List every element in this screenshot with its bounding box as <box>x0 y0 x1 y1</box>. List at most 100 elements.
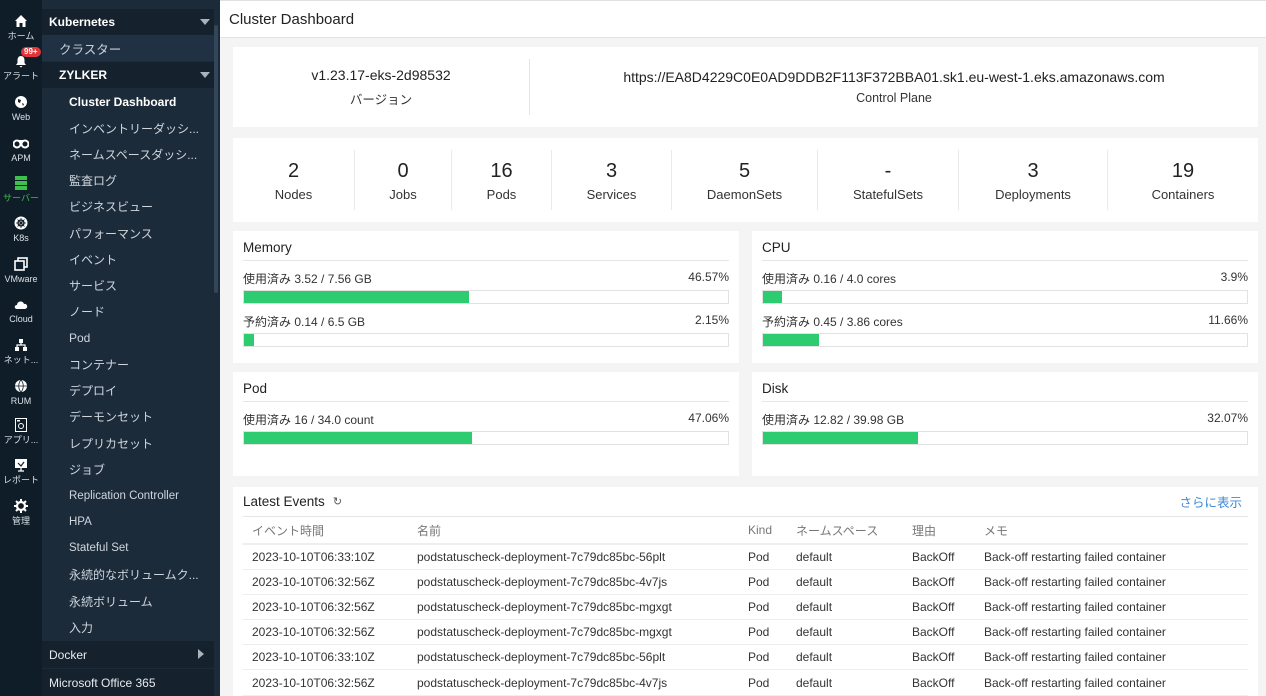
rail-item-k8s[interactable]: K8s <box>0 214 42 254</box>
rail-item-vmware[interactable]: VMware <box>0 255 42 295</box>
tree-item-services[interactable]: サービス <box>42 272 214 298</box>
rail-item-home[interactable]: ホーム <box>0 12 42 52</box>
disk-used-bar <box>762 431 1248 445</box>
app-window: ホーム 99+ アラート Web APM サーバー K8s VMware Clo… <box>0 0 1266 696</box>
tree-group-office365[interactable]: Microsoft Office 365 <box>42 669 214 696</box>
memory-used-metric: 使用済み 3.52 / 7.56 GB 46.57% <box>243 270 729 304</box>
tree-item-business-view[interactable]: ビジネスビュー <box>42 193 214 219</box>
rail-item-network[interactable]: ネット... <box>0 336 42 376</box>
refresh-icon[interactable]: ↻ <box>333 495 342 508</box>
tree-item-jobs[interactable]: ジョブ <box>42 456 214 482</box>
tree-item-daemonsets[interactable]: デーモンセット <box>42 403 214 429</box>
column-header-kind[interactable]: Kind <box>748 517 796 545</box>
count-pods[interactable]: 16 Pods <box>452 150 552 210</box>
tree-item-inventory-dashboard[interactable]: インベントリーダッシ... <box>42 115 214 141</box>
cpu-reserved-bar-fill <box>763 334 820 346</box>
tree-item-audit-log[interactable]: 監査ログ <box>42 167 214 193</box>
pod-title: Pod <box>243 380 729 402</box>
tree-item-deployments[interactable]: デプロイ <box>42 377 214 403</box>
memory-used-bar-fill <box>244 291 470 303</box>
count-services[interactable]: 3 Services <box>552 150 672 210</box>
column-header-reason[interactable]: 理由 <box>912 517 984 545</box>
rail-item-rum[interactable]: RUM <box>0 377 42 417</box>
pod-used-bar-fill <box>244 432 472 444</box>
tree-item-cluster[interactable]: クラスター <box>42 35 214 61</box>
cpu-used-bar <box>762 290 1248 304</box>
count-daemonsets[interactable]: 5 DaemonSets <box>672 150 818 210</box>
sidebar-scrollbar[interactable] <box>214 25 218 293</box>
count-deployments[interactable]: 3 Deployments <box>959 150 1108 210</box>
column-header-event-time[interactable]: イベント時間 <box>243 517 417 545</box>
table-row[interactable]: 2023-10-10T06:32:56Z podstatuscheck-deplo… <box>243 669 1248 696</box>
rail-item-alerts[interactable]: 99+ アラート <box>0 47 42 92</box>
rum-icon <box>12 377 30 395</box>
server-icon <box>12 174 30 192</box>
count-statefulsets[interactable]: - StatefulSets <box>818 150 959 210</box>
pod-used-metric: 使用済み 16 / 34.0 count 47.06% <box>243 411 729 445</box>
table-row[interactable]: 2023-10-10T06:32:56Z podstatuscheck-deplo… <box>243 594 1248 621</box>
tree-item-replicasets[interactable]: レプリカセット <box>42 430 214 456</box>
tree-item-namespace-dashboard[interactable]: ネームスペースダッシ... <box>42 141 214 167</box>
chevron-right-icon <box>198 649 204 659</box>
tree-item-nodes[interactable]: ノード <box>42 298 214 324</box>
count-jobs[interactable]: 0 Jobs <box>355 150 452 210</box>
table-row[interactable]: 2023-10-10T06:32:56Z podstatuscheck-deplo… <box>243 619 1248 646</box>
column-header-name[interactable]: 名前 <box>417 517 748 545</box>
version-value: v1.23.17-eks-2d98532 <box>311 66 451 83</box>
memory-used-bar <box>243 290 729 304</box>
rail-item-apm[interactable]: APM <box>0 134 42 174</box>
tree-item-persistent-volumes[interactable]: 永続ボリューム <box>42 588 214 614</box>
column-header-message[interactable]: メモ <box>984 517 1248 545</box>
table-row[interactable]: 2023-10-10T06:33:10Z podstatuscheck-deplo… <box>243 544 1248 570</box>
bell-icon: 99+ <box>12 47 41 70</box>
pod-used-bar <box>243 431 729 445</box>
rail-item-web[interactable]: Web <box>0 93 42 133</box>
version-info: v1.23.17-eks-2d98532 バージョン <box>233 47 529 127</box>
table-row[interactable]: 2023-10-10T06:33:10Z podstatuscheck-deplo… <box>243 644 1248 671</box>
rail-item-cloud[interactable]: Cloud <box>0 295 42 335</box>
cpu-used-metric: 使用済み 0.16 / 4.0 cores 3.9% <box>762 270 1248 304</box>
tree-item-ingress[interactable]: 入力 <box>42 614 214 640</box>
pod-card: Pod 使用済み 16 / 34.0 count 47.06% <box>233 372 739 476</box>
alert-count-badge: 99+ <box>21 47 41 57</box>
globe-icon <box>12 93 30 111</box>
table-row[interactable]: 2023-10-10T06:32:56Z podstatuscheck-deplo… <box>243 569 1248 595</box>
tree-item-persistent-volume-claims[interactable]: 永続的なボリュームク... <box>42 561 214 587</box>
tree-item-stateful-set[interactable]: Stateful Set <box>42 535 214 561</box>
count-nodes[interactable]: 2 Nodes <box>233 150 355 210</box>
show-more-link[interactable]: さらに表示 <box>1179 492 1242 511</box>
cpu-title: CPU <box>762 239 1248 261</box>
tree-item-hpa[interactable]: HPA <box>42 509 214 535</box>
column-header-namespace[interactable]: ネームスペース <box>796 517 912 545</box>
rail-item-server[interactable]: サーバー <box>0 174 42 214</box>
events-table-header: イベント時間 名前 Kind ネームスペース 理由 メモ <box>243 517 1248 545</box>
count-containers[interactable]: 19 Containers <box>1108 150 1258 210</box>
network-icon <box>12 336 30 354</box>
page-header: Cluster Dashboard <box>220 1 1266 38</box>
rail-item-applications[interactable]: アプリ... <box>0 416 42 456</box>
rail-item-reports[interactable]: レポート <box>0 456 42 496</box>
control-plane-label: Control Plane <box>856 91 932 105</box>
events-table: イベント時間 名前 Kind ネームスペース 理由 メモ 2023-10-10T… <box>243 517 1248 696</box>
tree-group-kubernetes[interactable]: Kubernetes <box>42 9 214 35</box>
tree-item-performance[interactable]: パフォーマンス <box>42 220 214 246</box>
tree-item-containers[interactable]: コンテナー <box>42 351 214 377</box>
control-plane-value: https://EA8D4229C0E0AD9DDB2F113F372BBA01… <box>623 69 1165 85</box>
rail-item-admin[interactable]: 管理 <box>0 497 42 537</box>
tree-group-docker[interactable]: Docker <box>42 641 214 668</box>
events-header: Latest Events ↻ さらに表示 <box>243 487 1248 517</box>
vmware-icon <box>12 255 30 273</box>
tree-item-cluster-dashboard[interactable]: Cluster Dashboard <box>42 89 214 115</box>
tree-item-replication-controller[interactable]: Replication Controller <box>42 483 214 509</box>
tree-sidebar: Kubernetes クラスター ZYLKER Cluster Dashboar… <box>42 0 220 696</box>
tree-group-zylker[interactable]: ZYLKER <box>42 62 214 88</box>
tree-item-pod[interactable]: Pod <box>42 325 214 351</box>
memory-reserved-bar-fill <box>244 334 255 346</box>
cluster-info-card: v1.23.17-eks-2d98532 バージョン https://EA8D4… <box>233 47 1258 127</box>
disk-card: Disk 使用済み 12.82 / 39.98 GB 32.07% <box>752 372 1258 476</box>
disk-used-bar-fill <box>763 432 919 444</box>
tree-item-events[interactable]: イベント <box>42 246 214 272</box>
binoculars-icon <box>12 134 30 152</box>
application-icon <box>12 416 30 434</box>
memory-title: Memory <box>243 239 729 261</box>
